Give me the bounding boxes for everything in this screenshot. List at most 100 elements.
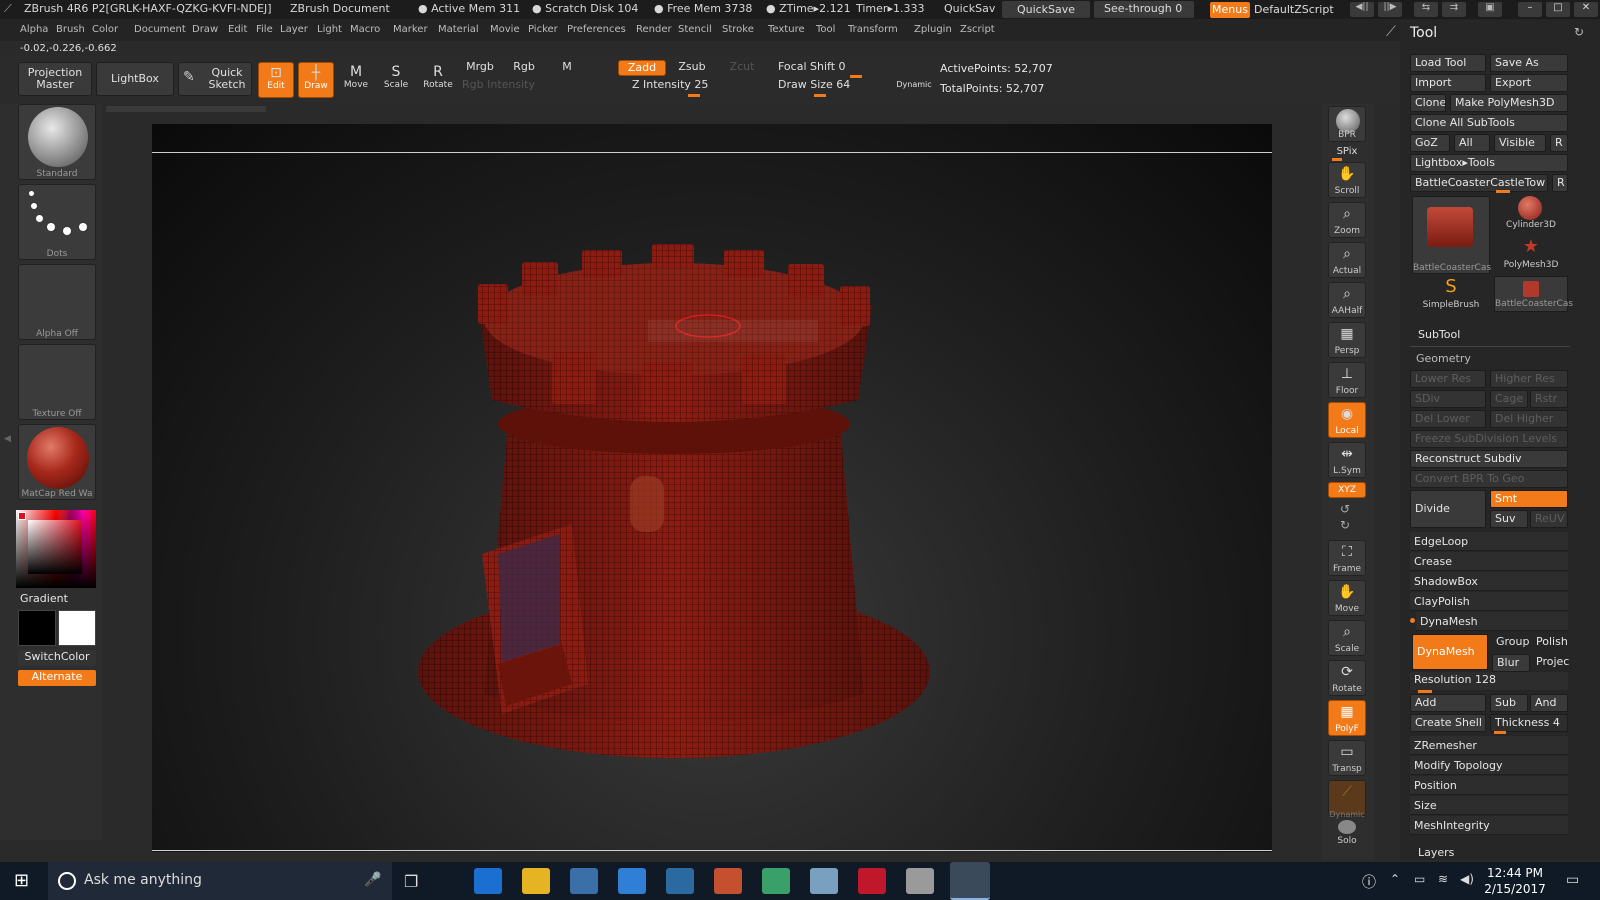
- tool-r-button[interactable]: R: [1552, 174, 1568, 192]
- suv-toggle[interactable]: Suv: [1490, 510, 1528, 528]
- r-button[interactable]: R: [1550, 134, 1568, 152]
- move-button[interactable]: M Move: [338, 62, 374, 98]
- geometry-header[interactable]: Geometry: [1416, 352, 1471, 365]
- current-tool-slider[interactable]: BattleCoasterCastleTow: [1410, 174, 1548, 192]
- layout-b-icon[interactable]: ⇉: [1442, 2, 1466, 17]
- castle-tower-mesh[interactable]: [152, 124, 1272, 852]
- clock-time[interactable]: 12:44 PM: [1480, 866, 1550, 880]
- app-gray-icon[interactable]: [906, 868, 934, 894]
- scale-button[interactable]: S Scale: [378, 62, 414, 98]
- rotate-z-icon[interactable]: ↻: [1340, 518, 1350, 532]
- add-button[interactable]: Add: [1410, 694, 1486, 712]
- sub-button[interactable]: Sub: [1490, 694, 1528, 712]
- clone-button[interactable]: Clone: [1410, 94, 1446, 112]
- task-view-icon[interactable]: ❐: [404, 872, 418, 891]
- goz-button[interactable]: GoZ: [1410, 134, 1450, 152]
- freeze-subdivision-button[interactable]: Freeze SubDivision Levels: [1410, 430, 1568, 448]
- rgb-intensity-slider[interactable]: Rgb Intensity: [462, 78, 612, 94]
- volume-icon[interactable]: ◀): [1460, 872, 1474, 886]
- menu-item[interactable]: Render: [636, 24, 672, 35]
- menu-item[interactable]: Layer: [280, 24, 308, 35]
- smt-toggle[interactable]: Smt: [1490, 490, 1568, 508]
- microphone-icon[interactable]: 🎤: [364, 872, 381, 888]
- zadd-button[interactable]: Zadd: [618, 60, 666, 76]
- import-button[interactable]: Import: [1410, 74, 1486, 92]
- menu-item[interactable]: Texture: [768, 24, 805, 35]
- frame-button[interactable]: ⛶ Frame: [1328, 540, 1366, 576]
- projection-master-button[interactable]: Projection Master: [18, 62, 92, 96]
- layout-a-icon[interactable]: ⇆: [1414, 2, 1438, 17]
- zoom-button[interactable]: ⌕ Zoom: [1328, 202, 1366, 238]
- menu-item[interactable]: Stencil: [678, 24, 712, 35]
- edit-button[interactable]: ⊡ Edit: [258, 62, 294, 98]
- del-higher-button[interactable]: Del Higher: [1490, 410, 1568, 428]
- claypolish-section[interactable]: ClayPolish: [1410, 592, 1568, 611]
- shelf-collapse-icon[interactable]: ◀: [4, 434, 11, 444]
- all-button[interactable]: All: [1454, 134, 1490, 152]
- menu-item[interactable]: Preferences: [567, 24, 626, 35]
- size-section[interactable]: Size: [1410, 796, 1568, 815]
- dynamic-toggle[interactable]: Dynamic: [892, 80, 936, 92]
- modify-topology-section[interactable]: Modify Topology: [1410, 756, 1568, 775]
- thickness-slider[interactable]: Thickness 4: [1490, 714, 1568, 732]
- zremesher-section[interactable]: ZRemesher: [1410, 736, 1568, 755]
- cage-button[interactable]: Cage: [1490, 390, 1528, 408]
- convert-bpr-button[interactable]: Convert BPR To Geo: [1410, 470, 1568, 488]
- crease-section[interactable]: Crease: [1410, 552, 1568, 571]
- menu-item[interactable]: Movie: [490, 24, 520, 35]
- rotate-button[interactable]: R Rotate: [418, 62, 458, 98]
- menus-button[interactable]: Menus: [1210, 2, 1250, 18]
- reuv-button[interactable]: ReUV: [1530, 510, 1568, 528]
- resolution-slider[interactable]: Resolution 128: [1410, 672, 1568, 690]
- menu-item[interactable]: Light: [317, 24, 342, 35]
- zbrush-taskbar-icon[interactable]: [950, 862, 990, 900]
- draw-size-knob[interactable]: [814, 94, 826, 97]
- menu-item[interactable]: File: [256, 24, 273, 35]
- maximize-icon[interactable]: □: [1546, 2, 1570, 17]
- menu-item[interactable]: Brush: [56, 24, 85, 35]
- stroke-thumbnail[interactable]: Dots: [18, 184, 96, 260]
- menu-item[interactable]: Draw: [192, 24, 218, 35]
- texture-thumbnail[interactable]: Texture Off: [18, 344, 96, 420]
- higher-res-button[interactable]: Higher Res: [1490, 370, 1568, 388]
- bpr-button[interactable]: BPR: [1328, 106, 1366, 142]
- project-toggle[interactable]: Projec: [1532, 654, 1570, 672]
- layers-header[interactable]: Layers: [1418, 846, 1454, 859]
- network-icon[interactable]: [666, 868, 694, 894]
- info-icon[interactable]: ⓘ: [1362, 872, 1376, 892]
- color-picker[interactable]: [16, 510, 96, 588]
- menu-item[interactable]: Color: [92, 24, 118, 35]
- lsym-button[interactable]: ⇹ L.Sym: [1328, 442, 1366, 478]
- z-intensity-slider[interactable]: Z Intensity 25: [628, 78, 758, 94]
- primary-color-swatch[interactable]: [18, 610, 56, 646]
- color-square[interactable]: [28, 520, 82, 574]
- store-icon[interactable]: [570, 868, 598, 894]
- create-shell-button[interactable]: Create Shell: [1410, 714, 1486, 732]
- menu-item[interactable]: Tool: [816, 24, 835, 35]
- alpha-thumbnail[interactable]: Alpha Off: [18, 264, 96, 340]
- divide-button[interactable]: Divide: [1410, 490, 1486, 528]
- scale-view-button[interactable]: ⌕ Scale: [1328, 620, 1366, 656]
- xyz-button[interactable]: XYZ: [1328, 482, 1366, 498]
- color-marker[interactable]: [18, 512, 26, 520]
- del-lower-button[interactable]: Del Lower: [1410, 410, 1486, 428]
- menu-item[interactable]: Material: [438, 24, 479, 35]
- canvas-viewport[interactable]: [152, 124, 1272, 852]
- menu-item[interactable]: Picker: [528, 24, 558, 35]
- mrgb-button[interactable]: Mrgb: [462, 60, 498, 76]
- paint-icon[interactable]: [810, 868, 838, 894]
- material-thumbnail[interactable]: MatCap Red Wa: [18, 424, 96, 500]
- rotate-view-button[interactable]: ⟳ Rotate: [1328, 660, 1366, 696]
- scroll-button[interactable]: ✋ Scroll: [1328, 162, 1366, 198]
- floor-button[interactable]: ⊥ Floor: [1328, 362, 1366, 398]
- default-zscript[interactable]: DefaultZScript: [1254, 2, 1346, 18]
- menu-item[interactable]: Edit: [228, 24, 247, 35]
- gradient-label[interactable]: Gradient: [20, 592, 68, 605]
- meshintegrity-section[interactable]: MeshIntegrity: [1410, 816, 1568, 835]
- lock-icon[interactable]: ▣: [1478, 2, 1502, 17]
- notification-icon[interactable]: ▭: [1566, 872, 1579, 888]
- shadowbox-section[interactable]: ShadowBox: [1410, 572, 1568, 591]
- battery-icon[interactable]: ▭: [1414, 872, 1425, 886]
- switchcolor-button[interactable]: SwitchColor: [18, 650, 96, 666]
- tray-up-icon[interactable]: ⌃: [1390, 872, 1400, 886]
